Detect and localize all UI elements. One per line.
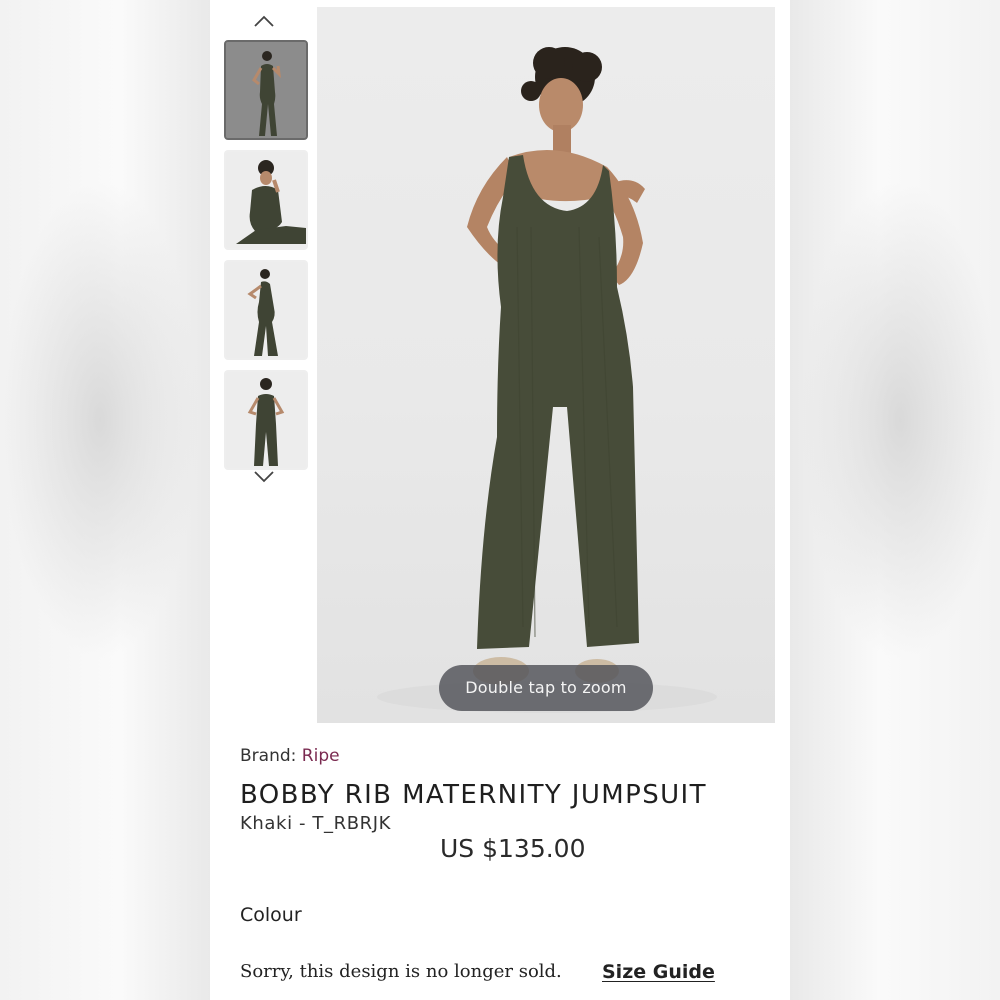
thumbnail-2[interactable]: [224, 150, 308, 250]
thumbnail-3[interactable]: [224, 260, 308, 360]
availability-note: Sorry, this design is no longer sold.: [240, 961, 562, 982]
thumbnail-image: [226, 152, 306, 248]
product-page: Double tap to zoom Brand: Ripe BOBBY RIB…: [210, 0, 790, 1000]
thumbnail-list: [224, 40, 308, 480]
model-photo: [377, 47, 717, 713]
product-title: BOBBY RIB MATERNITY JUMPSUIT: [240, 780, 707, 810]
size-guide-link[interactable]: Size Guide: [602, 961, 715, 983]
thumbnail-image: [226, 372, 306, 468]
brand-link[interactable]: Ripe: [302, 746, 340, 766]
product-price: US $135.00: [440, 834, 586, 863]
brand-line: Brand: Ripe: [240, 746, 340, 766]
chevron-down-icon: [254, 471, 274, 483]
brand-label: Brand:: [240, 746, 297, 766]
thumbnail-4[interactable]: [224, 370, 308, 470]
gallery-prev-button[interactable]: [244, 10, 284, 32]
zoom-hint-pill: Double tap to zoom: [439, 665, 653, 711]
thumbnail-image: [226, 262, 306, 358]
thumbnail-1[interactable]: [224, 40, 308, 140]
chevron-up-icon: [254, 15, 274, 27]
colour-label: Colour: [240, 904, 302, 926]
main-product-image[interactable]: [317, 7, 775, 723]
thumbnail-image: [226, 42, 306, 138]
gallery-next-button[interactable]: [244, 466, 284, 488]
product-variant: Khaki - T_RBRJK: [240, 813, 392, 834]
